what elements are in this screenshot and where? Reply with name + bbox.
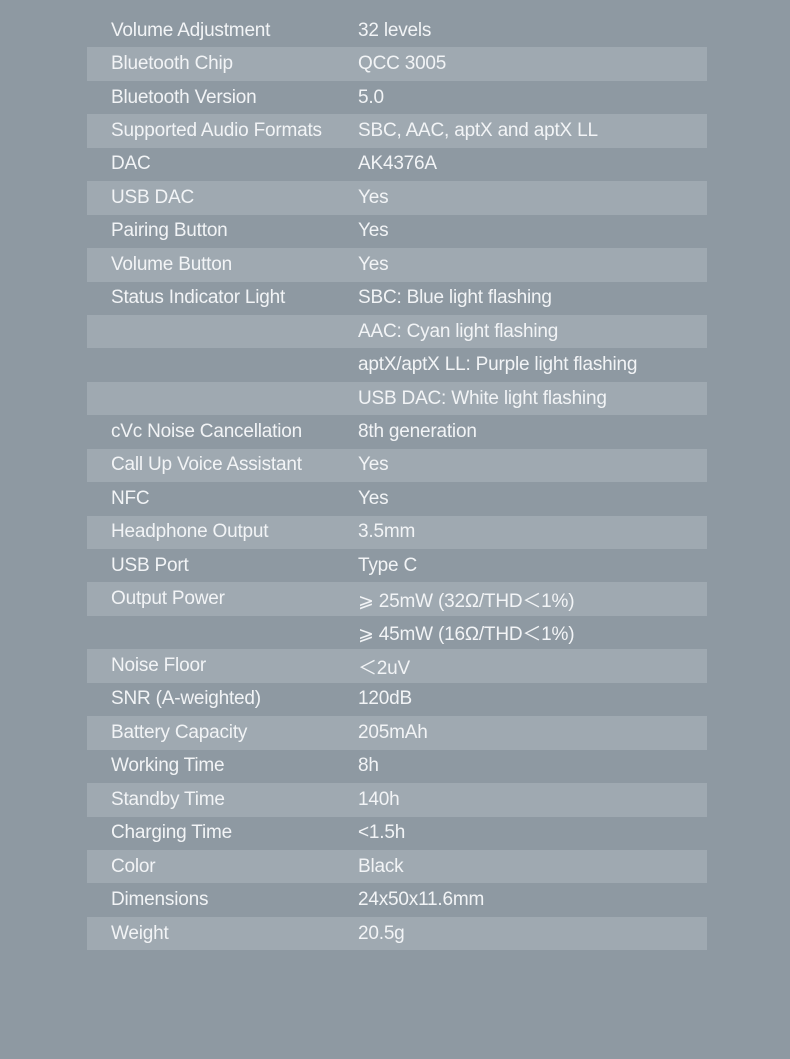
spec-row: AAC: Cyan light flashing: [87, 314, 707, 349]
spec-value: Yes: [358, 220, 389, 242]
spec-row: Standby Time 140h: [87, 783, 707, 817]
spec-row: Volume Button Yes: [87, 248, 707, 282]
spec-table: Volume Adjustment 32 levels Bluetooth Chip…: [87, 14, 707, 951]
spec-value: Yes: [358, 487, 389, 509]
spec-row: Bluetooth Version 5.0: [87, 81, 707, 114]
spec-value: Yes: [358, 454, 389, 476]
spec-row: Charging Time <1.5h: [87, 817, 707, 850]
spec-value: 20.5g: [358, 922, 405, 944]
spec-row: Headphone Output 3.5mm: [87, 515, 707, 549]
spec-row: SNR (A-weighted) 120dB: [87, 683, 707, 716]
spec-label: Volume Button: [111, 253, 232, 275]
spec-value: AK4376A: [358, 153, 437, 175]
spec-label: DAC: [111, 153, 151, 175]
spec-row: Output Power ⩾ 25mW (32Ω/THD＜1%): [87, 582, 707, 616]
spec-label: Pairing Button: [111, 220, 228, 242]
spec-row: aptX/aptX LL: Purple light flashing: [87, 348, 707, 381]
spec-row: Color Black: [87, 849, 707, 884]
spec-label: USB Port: [111, 554, 189, 576]
spec-value: Black: [358, 855, 404, 877]
spec-label: Bluetooth Chip: [111, 53, 233, 75]
spec-value: 140h: [358, 788, 400, 810]
spec-row: Call Up Voice Assistant Yes: [87, 448, 707, 483]
spec-value: 8th generation: [358, 420, 477, 442]
spec-value: Yes: [358, 253, 389, 275]
spec-label: Headphone Output: [111, 521, 269, 543]
spec-value: ⩾ 45mW (16Ω/THD＜1%): [358, 624, 575, 646]
spec-value: SBC, AAC, aptX and aptX LL: [358, 120, 598, 142]
spec-value: aptX/aptX LL: Purple light flashing: [358, 354, 638, 376]
spec-label: cVc Noise Cancellation: [111, 420, 302, 442]
spec-value: 8h: [358, 755, 379, 777]
spec-value: 24x50x11.6mm: [358, 889, 485, 911]
spec-row: Noise Floor ＜2uV: [87, 649, 707, 683]
spec-label: SNR (A-weighted): [111, 688, 261, 710]
spec-value: USB DAC: White light flashing: [358, 387, 607, 409]
spec-row: NFC Yes: [87, 482, 707, 515]
spec-label: USB DAC: [111, 186, 195, 208]
spec-row: cVc Noise Cancellation 8th generation: [87, 415, 707, 448]
spec-row: Pairing Button Yes: [87, 215, 707, 248]
spec-label: Status Indicator Light: [111, 287, 286, 309]
spec-label: Standby Time: [111, 788, 225, 810]
spec-value: 5.0: [358, 86, 384, 108]
spec-row: Dimensions 24x50x11.6mm: [87, 883, 707, 916]
spec-row: Supported Audio Formats SBC, AAC, aptX an…: [87, 114, 707, 148]
spec-label: Charging Time: [111, 822, 232, 844]
spec-row: Weight 20.5g: [87, 916, 707, 951]
spec-value: SBC: Blue light flashing: [358, 287, 552, 309]
spec-label: Volume Adjustment: [111, 19, 271, 41]
spec-value: ⩾ 25mW (32Ω/THD＜1%): [358, 590, 575, 612]
spec-value: 3.5mm: [358, 521, 416, 543]
spec-value: <1.5h: [358, 822, 406, 844]
spec-row: USB DAC: White light flashing: [87, 381, 707, 416]
spec-label: Color: [111, 855, 156, 877]
spec-row: ⩾ 45mW (16Ω/THD＜1%): [87, 616, 707, 649]
spec-label: Output Power: [111, 588, 225, 610]
spec-row: USB Port Type C: [87, 549, 707, 582]
spec-value: 32 levels: [358, 19, 432, 41]
spec-row: Volume Adjustment 32 levels: [87, 14, 707, 47]
spec-value: Type C: [358, 554, 417, 576]
spec-row: Battery Capacity 205mAh: [87, 716, 707, 750]
spec-label: NFC: [111, 487, 150, 509]
spec-label: Working Time: [111, 755, 225, 777]
spec-row: Status Indicator Light SBC: Blue light fl…: [87, 282, 707, 315]
spec-value: QCC 3005: [358, 53, 447, 75]
spec-label: Dimensions: [111, 889, 209, 911]
spec-label: Noise Floor: [111, 655, 206, 677]
spec-value: 205mAh: [358, 721, 428, 743]
spec-value: Yes: [358, 186, 389, 208]
spec-label: Weight: [111, 922, 169, 944]
spec-label: Bluetooth Version: [111, 86, 257, 108]
spec-value: 120dB: [358, 688, 412, 710]
spec-row: USB DAC Yes: [87, 181, 707, 215]
spec-label: Supported Audio Formats: [111, 120, 322, 142]
spec-label: Call Up Voice Assistant: [111, 454, 302, 476]
spec-value: AAC: Cyan light flashing: [358, 320, 559, 342]
spec-label: Battery Capacity: [111, 721, 248, 743]
spec-value: ＜2uV: [358, 657, 411, 679]
spec-row: Working Time 8h: [87, 750, 707, 783]
spec-row: Bluetooth Chip QCC 3005: [87, 47, 707, 81]
spec-row: DAC AK4376A: [87, 148, 707, 181]
